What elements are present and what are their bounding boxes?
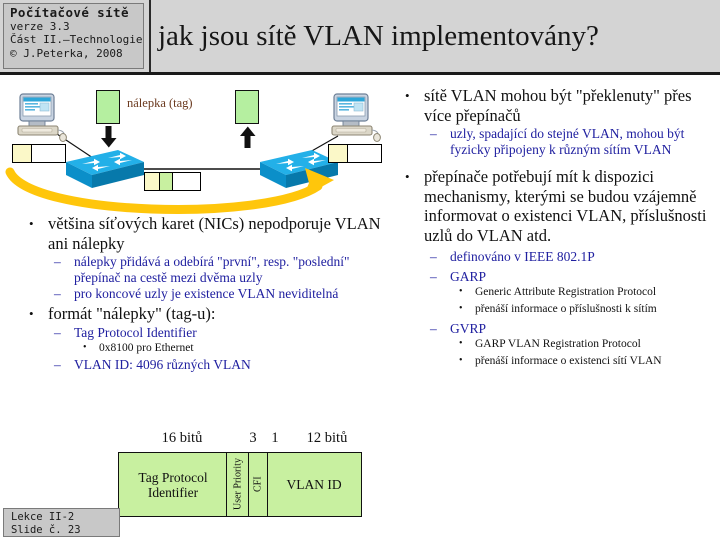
frame-header-segment — [13, 145, 32, 162]
tag-box-remove — [235, 90, 259, 124]
sub-bullet-item: nálepky přidává a odebírá "první", resp.… — [48, 254, 397, 286]
bullet-item: přepínače potřebují mít k dispozici mech… — [398, 167, 716, 368]
right-bullet-list: sítě VLAN mohou být "překlenuty" přes ví… — [398, 86, 716, 368]
tag-field-vlan-id: VLAN ID — [266, 452, 362, 517]
tag-box-insert — [96, 90, 120, 124]
slide-number-label: Slide č. 23 — [11, 524, 81, 536]
sub-bullet-item: definováno v IEEE 802.1P — [424, 249, 716, 265]
sub-bullet-item: Tag Protocol Identifier 0x8100 pro Ether… — [48, 325, 397, 356]
bit-label: 12 bitů — [306, 430, 348, 446]
course-name: Počítačové sítě — [10, 5, 129, 20]
bullet-item: většina síťových karet (NICs) nepodporuj… — [22, 214, 397, 302]
sub-sub-bullet-item: přenáší informace o příslušnosti k sítím — [450, 303, 716, 317]
bit-label: 1 — [271, 430, 279, 446]
frame-untagged-right — [328, 144, 382, 163]
header-rule — [0, 72, 720, 75]
tag-field-user-priority: User Priority — [226, 452, 251, 517]
sub-bullet-item: pro koncové uzly je existence VLAN nevid… — [48, 286, 397, 302]
slide-canvas: Počítačové sítě verze 3.3 Část II.–Techn… — [0, 0, 720, 540]
tag-remove-arrow-icon — [240, 126, 256, 148]
course-version: verze 3.3 — [10, 19, 70, 33]
sub-sub-bullet-list: Generic Attribute Registration Protocol … — [450, 286, 716, 316]
frame-untagged-left — [12, 144, 66, 163]
course-part: Část II.–Technologie — [10, 33, 143, 46]
tag-field-tpid: Tag Protocol Identifier — [118, 452, 228, 517]
course-identity-block: Počítačové sítě verze 3.3 Část II.–Techn… — [3, 3, 144, 69]
bit-label: 3 — [249, 430, 257, 446]
sub-bullet-item: GVRP GARP VLAN Registration Protocol pře… — [424, 321, 716, 368]
sub-bullet-list: uzly, spadající do stejné VLAN, mohou bý… — [424, 126, 716, 158]
left-bullet-list: většina síťových karet (NICs) nepodporuj… — [22, 214, 397, 373]
sub-bullet-list: definováno v IEEE 802.1P GARP Generic At… — [424, 249, 716, 368]
vlan-topology-diagram: nálepka (tag) — [0, 76, 395, 216]
tag-insert-arrow-icon — [101, 126, 117, 148]
pc-right-icon — [326, 92, 382, 142]
vlan-tag-format-figure: 16 bitů 3 1 12 bitů Tag Protocol Identif… — [118, 430, 370, 525]
sub-sub-bullet-item: přenáší informace o existenci sítí VLAN — [450, 355, 716, 369]
left-content-column: většina síťových karet (NICs) nepodporuj… — [22, 214, 397, 375]
sub-sub-bullet-item: Generic Attribute Registration Protocol — [450, 286, 716, 300]
course-author: © J.Peterka, 2008 — [10, 46, 123, 60]
slide-footer: Lekce II-2 Slide č. 23 — [3, 508, 120, 537]
frame-payload-segment — [32, 145, 65, 162]
right-content-column: sítě VLAN mohou být "překlenuty" přes ví… — [398, 86, 716, 370]
sub-sub-bullet-item: 0x8100 pro Ethernet — [74, 342, 397, 356]
pc-left-icon — [12, 92, 68, 142]
sub-sub-bullet-item: GARP VLAN Registration Protocol — [450, 338, 716, 352]
header-divider — [149, 0, 151, 72]
tag-caption: nálepka (tag) — [127, 96, 193, 110]
sub-bullet-list: nálepky přidává a odebírá "první", resp.… — [48, 254, 397, 302]
bullet-item: sítě VLAN mohou být "překlenuty" přes ví… — [398, 86, 716, 158]
page-title: jak jsou sítě VLAN implementovány? — [158, 20, 599, 52]
tag-field-cfi: CFI — [248, 452, 269, 517]
frame-header-segment — [329, 145, 348, 162]
sub-bullet-item: VLAN ID: 4096 různých VLAN — [48, 357, 397, 373]
lecture-label: Lekce II-2 — [11, 511, 75, 523]
sub-bullet-item: GARP Generic Attribute Registration Prot… — [424, 269, 716, 316]
tag-bit-width-labels: 16 bitů 3 1 12 bitů — [118, 430, 370, 450]
bit-label: 16 bitů — [161, 430, 203, 446]
tag-field-boxes: Tag Protocol Identifier User Priority CF… — [118, 452, 365, 517]
sub-bullet-list: Tag Protocol Identifier 0x8100 pro Ether… — [48, 325, 397, 374]
sub-sub-bullet-list: GARP VLAN Registration Protocol přenáší … — [450, 338, 716, 368]
traffic-flow-arrow-icon — [5, 167, 334, 214]
sub-bullet-item: uzly, spadající do stejné VLAN, mohou bý… — [424, 126, 716, 158]
sub-sub-bullet-list: 0x8100 pro Ethernet — [74, 342, 397, 356]
frame-payload-segment — [348, 145, 381, 162]
bullet-item: formát "nálepky" (tag-u): Tag Protocol I… — [22, 304, 397, 373]
